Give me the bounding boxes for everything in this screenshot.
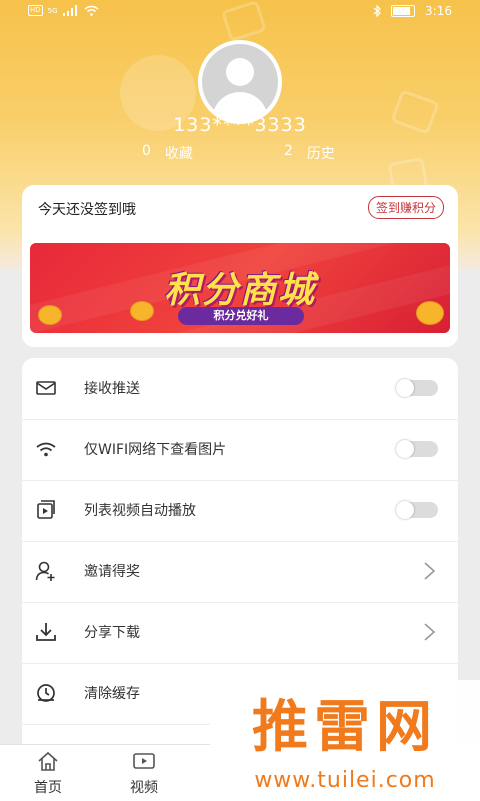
setting-row-wifi-images[interactable]: 仅WIFI网络下查看图片 xyxy=(22,419,458,481)
setting-label: 分享下载 xyxy=(84,625,140,641)
stat-favorites[interactable]: 0 收藏 xyxy=(142,143,193,163)
tab-home[interactable]: 首页 xyxy=(13,745,83,801)
setting-row-autoplay[interactable]: 列表视频自动播放 xyxy=(22,480,458,542)
watermark: 推雷网 www.tuilei.com xyxy=(210,680,480,800)
bluetooth-icon xyxy=(373,5,381,17)
setting-label: 接收推送 xyxy=(84,381,140,397)
signin-status-text: 今天还没签到哦 xyxy=(38,202,136,218)
points-mall-banner[interactable]: 积分商城 积分兑好礼 xyxy=(30,243,450,333)
invite-user-icon xyxy=(35,561,55,581)
stat-label: 收藏 xyxy=(164,146,193,162)
setting-row-push[interactable]: 接收推送 xyxy=(22,358,458,420)
tab-video[interactable]: 视频 xyxy=(109,745,179,801)
stat-label: 历史 xyxy=(306,146,335,162)
download-icon xyxy=(36,623,56,641)
banner-subtitle: 积分兑好礼 xyxy=(178,307,304,325)
chevron-right-icon xyxy=(424,562,436,580)
wifi-icon xyxy=(84,5,99,16)
chevron-right-icon xyxy=(424,623,436,641)
signin-card: 今天还没签到哦 签到赚积分 积分商城 积分兑好礼 xyxy=(22,185,458,347)
setting-label: 列表视频自动播放 xyxy=(84,503,196,519)
clear-cache-icon xyxy=(37,684,55,702)
status-time: 3:16 xyxy=(425,4,452,18)
setting-row-invite[interactable]: 邀请得奖 xyxy=(22,541,458,603)
tab-label: 首页 xyxy=(34,780,62,796)
setting-label: 清除缓存 xyxy=(84,686,140,702)
stat-history[interactable]: 2 历史 xyxy=(284,143,335,163)
signal-icon xyxy=(62,5,77,16)
wifi-images-toggle[interactable] xyxy=(396,440,438,458)
push-toggle[interactable] xyxy=(396,379,438,397)
video-play-icon xyxy=(37,500,55,519)
avatar[interactable] xyxy=(198,40,282,124)
battery-icon xyxy=(391,5,416,17)
user-phone[interactable]: 133****3333 xyxy=(0,114,480,136)
setting-row-share-download[interactable]: 分享下载 xyxy=(22,602,458,664)
profile-stats: 0 收藏 2 历史 xyxy=(0,143,480,163)
setting-label: 邀请得奖 xyxy=(84,564,140,580)
watermark-logo-text: 推雷网 xyxy=(252,695,438,760)
home-icon xyxy=(38,751,58,771)
autoplay-toggle[interactable] xyxy=(396,501,438,519)
mail-icon xyxy=(36,381,56,395)
hd-badge: HD xyxy=(28,5,43,16)
watermark-url: www.tuilei.com xyxy=(254,768,436,793)
stat-count: 2 xyxy=(284,143,293,159)
stat-count: 0 xyxy=(142,143,151,159)
tab-label: 视频 xyxy=(130,780,158,796)
setting-label: 仅WIFI网络下查看图片 xyxy=(84,442,227,458)
video-icon xyxy=(133,753,155,769)
banner-title: 积分商城 xyxy=(163,270,316,311)
status-bar: HD 5G 3:16 xyxy=(0,0,480,26)
default-avatar-icon xyxy=(202,44,278,120)
network-badge: 5G xyxy=(47,6,58,15)
signin-button[interactable]: 签到赚积分 xyxy=(367,196,444,219)
wifi-icon xyxy=(36,442,56,457)
